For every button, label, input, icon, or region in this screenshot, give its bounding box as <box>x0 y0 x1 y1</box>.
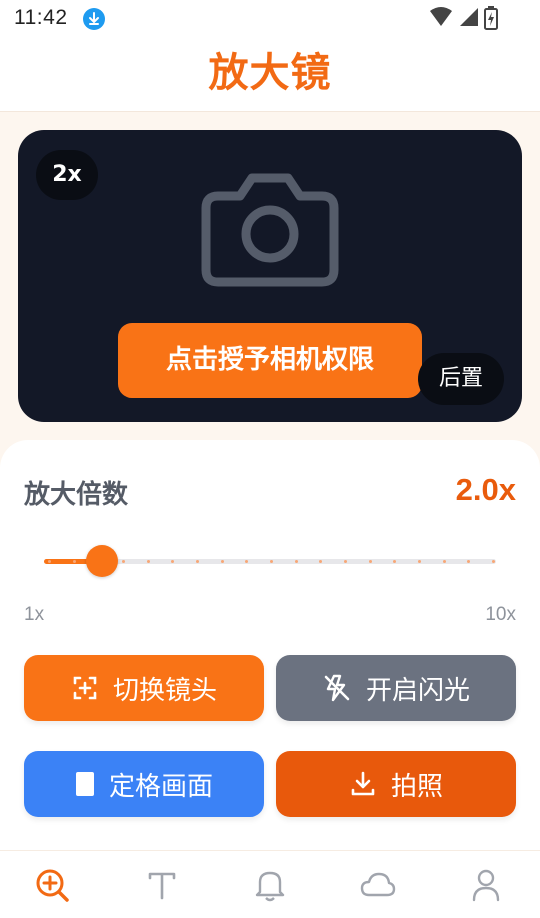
slider-tick <box>48 560 51 563</box>
switch-lens-button[interactable]: 切换镜头 <box>24 655 264 721</box>
nav-item-magnifier[interactable] <box>32 865 72 905</box>
slider-tick <box>368 560 372 563</box>
camera-facing-toggle[interactable]: 后置 <box>418 353 504 405</box>
status-time: 11:42 <box>14 6 68 29</box>
capture-photo-button[interactable]: 拍照 <box>276 751 516 817</box>
flash-toggle-button[interactable]: 开启闪光 <box>276 655 516 721</box>
slider-tick <box>122 560 125 563</box>
bottom-nav <box>0 850 540 918</box>
zoom-label: 放大倍数 <box>24 480 129 510</box>
slider-tick <box>294 560 298 563</box>
nav-item-text[interactable] <box>142 865 182 905</box>
slider-tick <box>270 560 273 563</box>
camera-preview: 2x 点击授予相机权限 后置 <box>18 130 522 422</box>
battery-icon <box>484 6 498 30</box>
slider-tick <box>492 560 495 563</box>
slider-tick <box>245 560 249 563</box>
slider-tick <box>418 560 421 563</box>
app-header: 放大镜 <box>0 36 540 112</box>
zoom-min-label: 1x <box>24 604 45 625</box>
slider-tick <box>171 560 175 563</box>
slider-tick <box>319 560 323 563</box>
slider-tick <box>146 560 150 563</box>
page-title: 放大镜 <box>208 50 332 96</box>
user-icon <box>472 869 500 902</box>
slider-tick <box>344 560 347 563</box>
zoom-badge: 2x <box>36 150 98 200</box>
nav-item-reminder[interactable] <box>250 865 290 905</box>
signal-icon <box>460 8 478 26</box>
nav-item-profile[interactable] <box>466 865 506 905</box>
nav-item-weather[interactable] <box>358 865 398 905</box>
capture-photo-label: 拍照 <box>390 771 443 802</box>
download-icon <box>351 771 375 796</box>
freeze-frame-button[interactable]: 定格画面 <box>24 751 264 817</box>
flash-toggle-label: 开启闪光 <box>365 675 470 706</box>
flash-off-icon <box>324 674 350 702</box>
text-icon <box>148 872 176 900</box>
freeze-icon <box>75 772 94 796</box>
grant-camera-permission-button[interactable]: 点击授予相机权限 <box>118 323 422 398</box>
zoom-slider[interactable] <box>44 544 496 578</box>
slider-thumb[interactable] <box>86 545 119 577</box>
switch-lens-label: 切换镜头 <box>112 675 217 706</box>
control-panel: 放大倍数 2.0x 1x 10x 切换镜头 开启闪光 定格画面 拍照 <box>0 440 540 850</box>
slider-tick <box>220 560 224 563</box>
camera-icon <box>201 173 339 287</box>
download-icon <box>83 8 105 30</box>
zoom-value: 2.0x <box>455 472 516 507</box>
slider-tick <box>393 560 397 563</box>
slider-tick <box>72 560 76 563</box>
status-bar: 11:42 <box>0 0 540 36</box>
slider-tick <box>467 560 471 563</box>
zoom-in-icon <box>36 869 69 902</box>
switch-camera-icon <box>73 676 97 700</box>
slider-tick <box>196 560 199 563</box>
cloud-icon <box>360 872 396 897</box>
slider-tick <box>442 560 446 563</box>
bell-icon <box>255 871 285 902</box>
freeze-frame-label: 定格画面 <box>108 771 213 802</box>
zoom-max-label: 10x <box>485 604 516 625</box>
